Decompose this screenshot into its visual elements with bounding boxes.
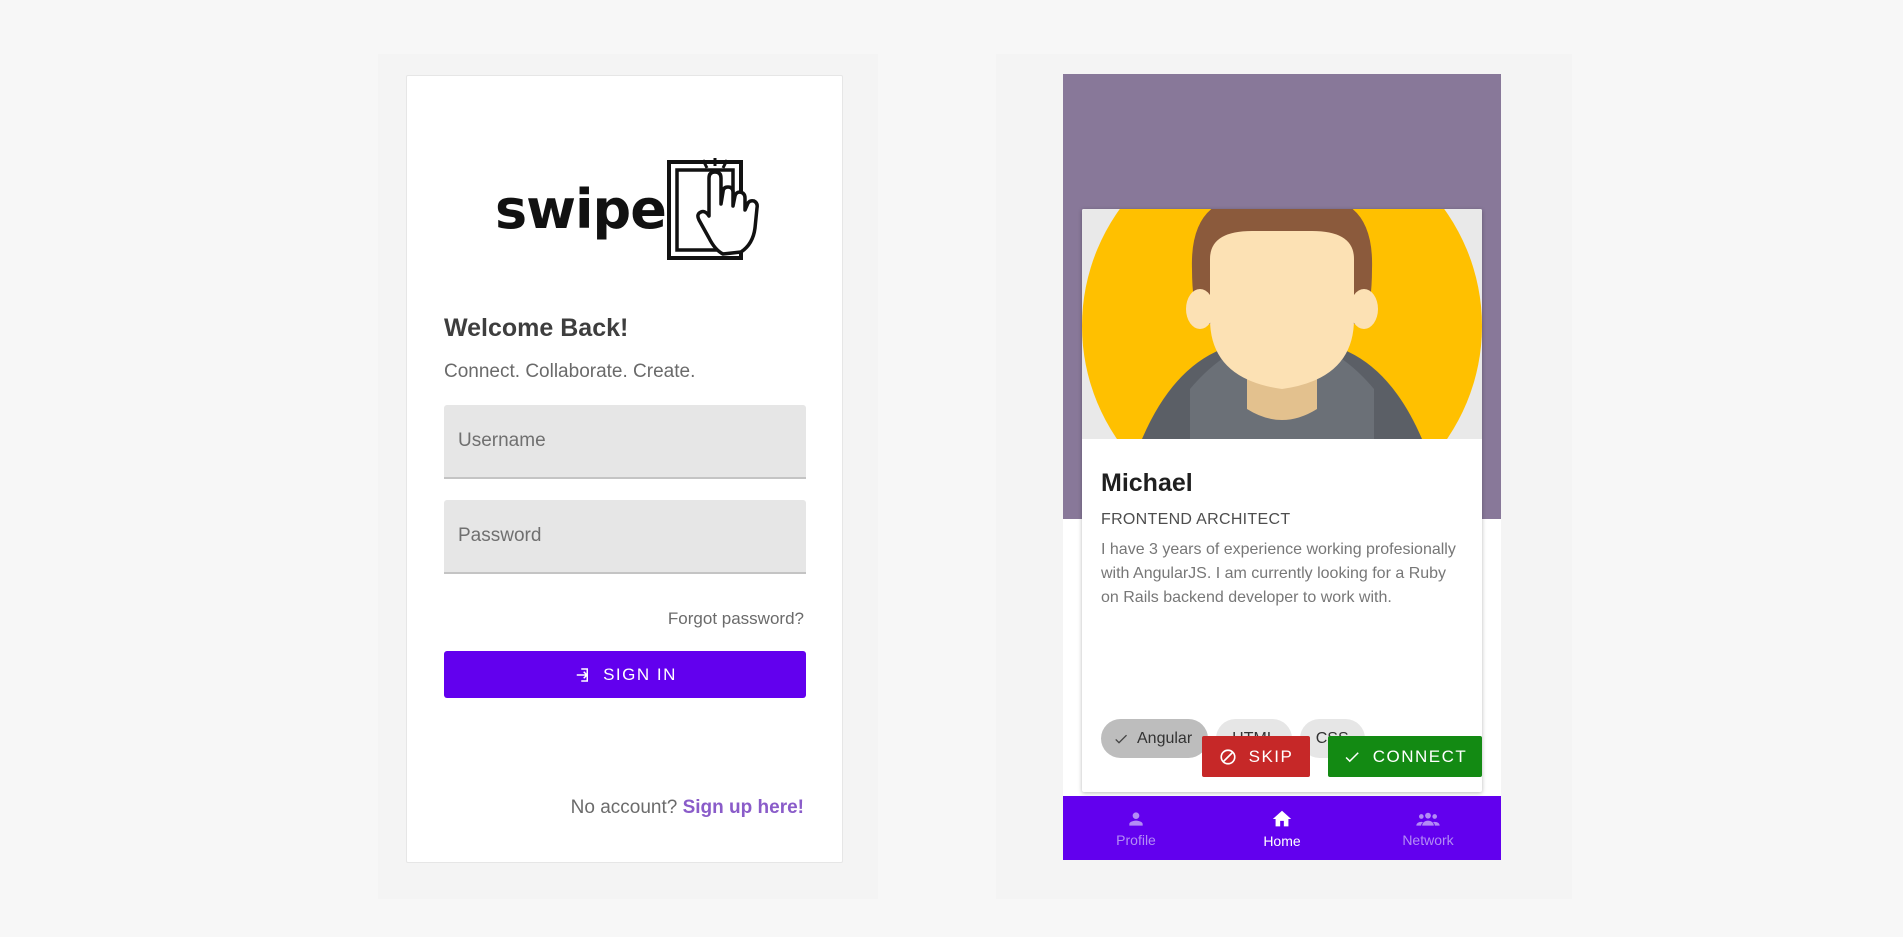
check-icon (1345, 751, 1359, 762)
welcome-title: Welcome Back! (444, 314, 629, 342)
nav-label: Home (1263, 832, 1301, 849)
home-icon (1272, 810, 1292, 826)
skip-label: SKIP (1248, 746, 1294, 766)
nav-item-network[interactable]: Network (1355, 796, 1501, 860)
person-icon (1129, 811, 1143, 826)
nav-item-profile[interactable]: Profile (1063, 796, 1209, 860)
skill-chip-label: Angular (1137, 729, 1193, 747)
nav-label: Profile (1116, 831, 1156, 848)
nav-label: Network (1402, 831, 1454, 848)
forgot-password-link[interactable]: Forgot password? (668, 609, 804, 629)
login-card: swipe Welcome Back! Connect. Collaborate… (406, 75, 843, 863)
no-account-text: No account? (570, 797, 678, 818)
profile-card: Michael FRONTEND ARCHITECT I have 3 year… (1082, 209, 1482, 792)
login-icon (576, 667, 589, 682)
match-screen: Michael FRONTEND ARCHITECT I have 3 year… (1063, 74, 1501, 860)
bottom-navigation: Profile Home Network (1063, 796, 1501, 860)
profile-bio: I have 3 years of experience working pro… (1101, 541, 1456, 606)
profile-role: FRONTEND ARCHITECT (1101, 511, 1291, 528)
password-input[interactable] (444, 500, 806, 574)
swipe-logo: swipe (487, 158, 777, 262)
skill-chip-angular[interactable]: Angular (1101, 719, 1209, 758)
sign-up-link[interactable]: Sign up here! (683, 797, 804, 818)
signup-row: No account? Sign up here! (571, 797, 804, 819)
connect-button[interactable]: CONNECT (1328, 736, 1482, 777)
sign-in-button[interactable]: SIGN IN (444, 651, 806, 698)
avatar-illustration (1082, 209, 1482, 439)
profile-name: Michael (1101, 469, 1193, 497)
skip-button[interactable]: SKIP (1202, 736, 1310, 777)
block-icon (1220, 748, 1236, 765)
tagline: Connect. Collaborate. Create. (444, 361, 696, 382)
check-icon (1113, 731, 1129, 747)
tap-hand-icon (667, 158, 759, 260)
group-icon (1416, 812, 1440, 826)
logo-wordmark: swipe (495, 178, 667, 241)
connect-label: CONNECT (1372, 746, 1468, 766)
username-input[interactable] (444, 405, 806, 479)
avatar (1082, 209, 1482, 439)
nav-item-home[interactable]: Home (1209, 796, 1355, 860)
sign-in-label: SIGN IN (603, 664, 677, 684)
